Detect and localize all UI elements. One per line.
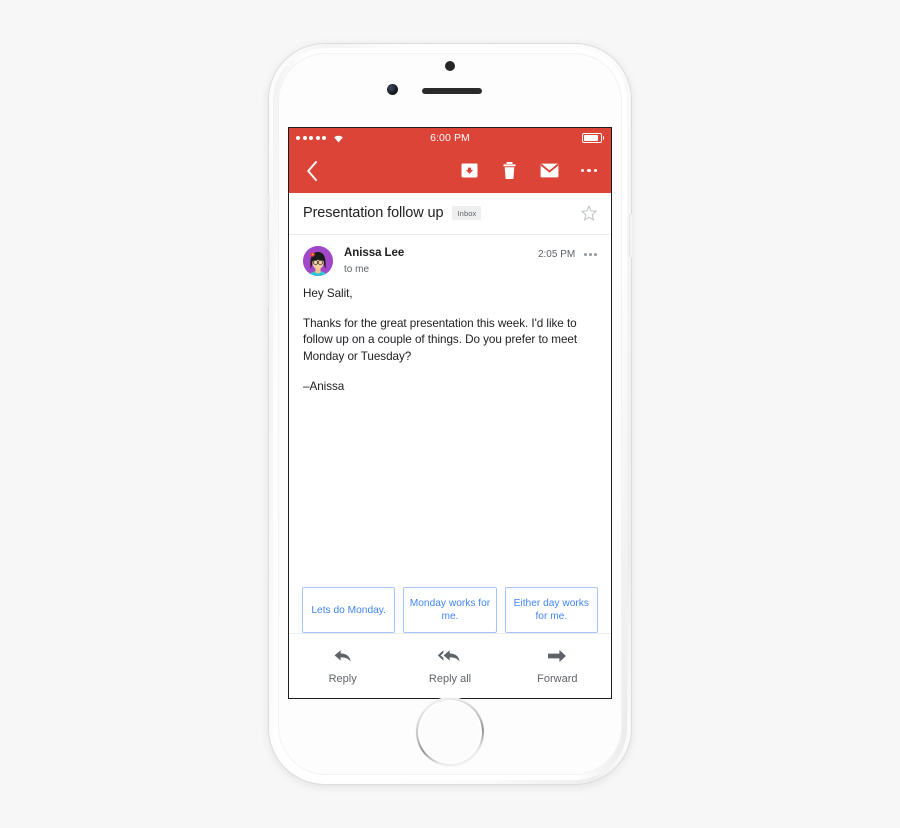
smart-reply-row: Lets do Monday. Monday works for me. Eit… [289,587,611,633]
power-button[interactable] [629,214,632,258]
subject-row: Presentation follow up Inbox [289,193,611,235]
front-camera-icon [387,84,398,95]
forward-button[interactable]: Forward [504,648,611,685]
sender-name: Anissa Lee [344,247,405,259]
smart-reply-chip-2[interactable]: Monday works for me. [403,587,497,633]
message-more-options-button[interactable] [584,253,597,256]
status-bar: 6:00 PM [289,128,611,148]
smart-reply-chip-1[interactable]: Lets do Monday. [302,587,396,633]
message-body: Hey Salit, Thanks for the great presenta… [289,276,611,395]
message-timestamp: 2:05 PM [537,249,576,260]
phone-frame: 6:00 PM Presentation follow up Inbox Ani… [268,44,632,784]
mute-switch[interactable] [268,194,271,212]
smart-reply-chip-3[interactable]: Either day works for me. [504,587,598,633]
back-button[interactable] [299,158,325,184]
proximity-sensor-icon [445,61,455,71]
message-paragraph: Hey Salit, [303,287,353,300]
recipient-line[interactable]: to me [344,264,404,275]
reply-all-arrow-icon [437,648,463,664]
message-meta: 2:05 PM [538,246,597,260]
more-options-button[interactable] [579,161,599,181]
mark-unread-button[interactable] [539,161,559,181]
sender-info: Anissa Lee to me [344,246,404,275]
reply-label: Reply [328,672,357,685]
message-paragraph: Thanks for the great presentation this w… [303,317,578,363]
star-button[interactable] [581,205,597,221]
avatar[interactable] [303,246,333,276]
message-paragraph: –Anissa [303,379,345,393]
reply-all-button[interactable]: Reply all [396,648,503,685]
delete-button[interactable] [499,161,519,181]
label-chip-inbox[interactable]: Inbox [452,206,482,220]
sender-row: Anissa Lee to me 2:05 PM [289,235,611,276]
action-bar: Reply Reply all Forward [289,633,611,698]
phone-screen: 6:00 PM Presentation follow up Inbox Ani… [289,128,611,698]
app-bar [289,148,611,193]
volume-up-button[interactable] [268,240,271,268]
page-title: Presentation follow up [303,205,444,221]
app-bar-actions [459,161,601,181]
archive-button[interactable] [459,161,479,181]
forward-label: Forward [537,672,578,685]
status-bar-time: 6:00 PM [430,132,470,144]
reply-button[interactable]: Reply [289,648,396,685]
home-button[interactable] [418,700,482,764]
reply-all-label: Reply all [428,672,472,685]
reply-arrow-icon [333,648,353,664]
forward-arrow-icon [547,648,567,664]
earpiece-speaker-icon [422,88,482,94]
volume-down-button[interactable] [268,280,271,308]
